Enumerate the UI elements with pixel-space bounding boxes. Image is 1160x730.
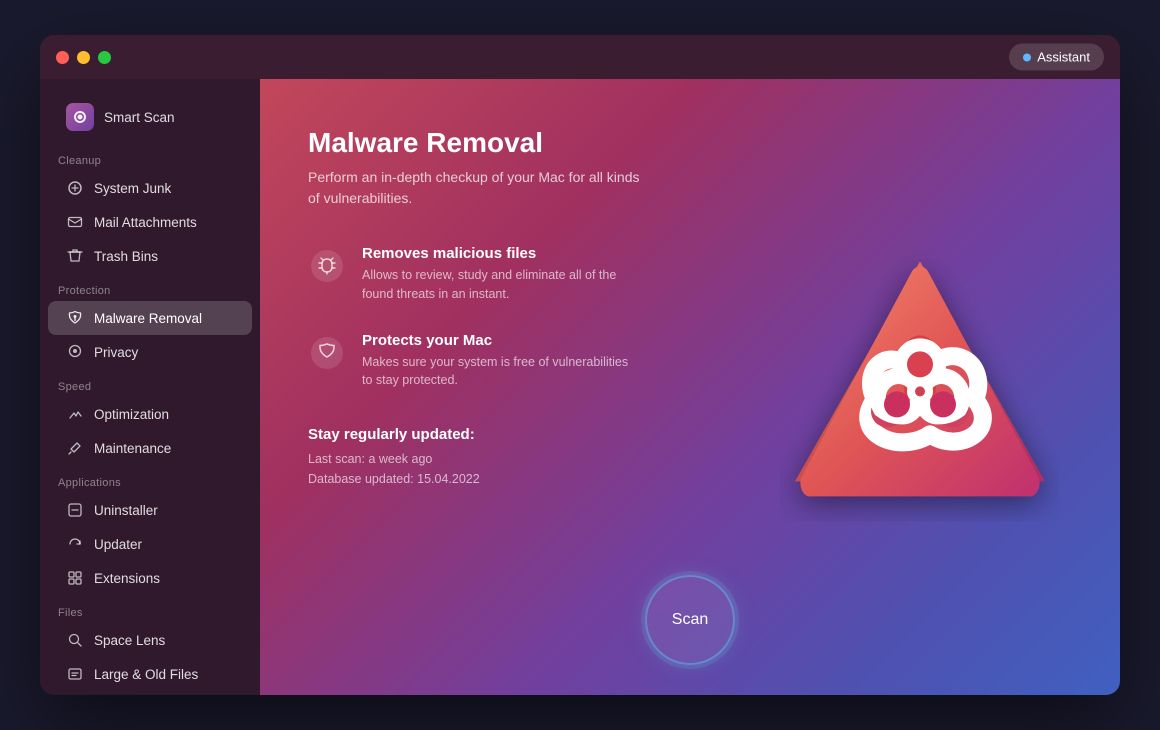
malware-removal-icon (66, 309, 84, 327)
uninstaller-label: Uninstaller (94, 503, 158, 518)
privacy-icon (66, 343, 84, 361)
updater-icon (66, 535, 84, 553)
maintenance-icon (66, 439, 84, 457)
sidebar-item-uninstaller[interactable]: Uninstaller (48, 493, 252, 527)
sidebar-item-updater[interactable]: Updater (48, 527, 252, 561)
scan-button-container: Scan (645, 575, 735, 665)
sidebar-item-mail-attachments[interactable]: Mail Attachments (48, 205, 252, 239)
sidebar-item-system-junk[interactable]: System Junk (48, 171, 252, 205)
section-label-applications: Applications (40, 465, 260, 493)
sidebar-item-trash-bins[interactable]: Trash Bins (48, 239, 252, 273)
bug-icon (308, 247, 346, 285)
maximize-button[interactable] (98, 51, 111, 64)
scan-button[interactable]: Scan (645, 575, 735, 665)
biohazard-illustration (780, 241, 1060, 521)
mail-attachments-icon (66, 213, 84, 231)
page-title: Malware Removal (308, 127, 1072, 159)
feature-removes-text: Removes malicious files Allows to review… (362, 245, 632, 304)
large-old-files-label: Large & Old Files (94, 667, 198, 682)
sidebar-item-large-old-files[interactable]: Large & Old Files (48, 657, 252, 691)
minimize-button[interactable] (77, 51, 90, 64)
space-lens-icon (66, 631, 84, 649)
extensions-icon (66, 569, 84, 587)
sidebar-item-optimization[interactable]: Optimization (48, 397, 252, 431)
feature-removes-malicious: Removes malicious files Allows to review… (308, 245, 688, 304)
optimization-label: Optimization (94, 407, 169, 422)
section-label-files: Files (40, 595, 260, 623)
section-label-cleanup: Cleanup (40, 143, 260, 171)
trash-bins-icon (66, 247, 84, 265)
malware-removal-label: Malware Removal (94, 311, 202, 326)
extensions-label: Extensions (94, 571, 160, 586)
feature-protects-mac: Protects your Mac Makes sure your system… (308, 332, 688, 391)
sidebar: Smart Scan Cleanup System Junk (40, 79, 260, 695)
app-body: Smart Scan Cleanup System Junk (40, 79, 1120, 695)
traffic-lights (56, 51, 111, 64)
sidebar-item-malware-removal[interactable]: Malware Removal (48, 301, 252, 335)
privacy-label: Privacy (94, 345, 138, 360)
scan-label: Scan (672, 611, 708, 629)
main-content: Malware Removal Perform an in-depth chec… (260, 79, 1120, 695)
trash-bins-label: Trash Bins (94, 249, 158, 264)
assistant-button[interactable]: Assistant (1009, 44, 1104, 71)
large-old-files-icon (66, 665, 84, 683)
system-junk-label: System Junk (94, 181, 171, 196)
smart-scan-icon (66, 103, 94, 131)
space-lens-label: Space Lens (94, 633, 165, 648)
assistant-label: Assistant (1037, 50, 1090, 65)
optimization-icon (66, 405, 84, 423)
feature-removes-title: Removes malicious files (362, 245, 632, 262)
sidebar-item-extensions[interactable]: Extensions (48, 561, 252, 595)
uninstaller-icon (66, 501, 84, 519)
close-button[interactable] (56, 51, 69, 64)
mail-attachments-label: Mail Attachments (94, 215, 197, 230)
feature-removes-desc: Allows to review, study and eliminate al… (362, 266, 632, 304)
sidebar-item-privacy[interactable]: Privacy (48, 335, 252, 369)
app-window: Assistant Smart Scan Cleanup (40, 35, 1120, 695)
features-list: Removes malicious files Allows to review… (308, 245, 688, 390)
sidebar-smart-scan-label: Smart Scan (104, 110, 175, 125)
sidebar-item-maintenance[interactable]: Maintenance (48, 431, 252, 465)
feature-protects-title: Protects your Mac (362, 332, 632, 349)
system-junk-icon (66, 179, 84, 197)
title-bar: Assistant (40, 35, 1120, 79)
page-subtitle: Perform an in-depth checkup of your Mac … (308, 167, 648, 209)
sidebar-item-space-lens[interactable]: Space Lens (48, 623, 252, 657)
feature-protects-text: Protects your Mac Makes sure your system… (362, 332, 632, 391)
updater-label: Updater (94, 537, 142, 552)
feature-protects-desc: Makes sure your system is free of vulner… (362, 353, 632, 391)
section-label-protection: Protection (40, 273, 260, 301)
assistant-dot-icon (1023, 53, 1031, 61)
section-label-speed: Speed (40, 369, 260, 397)
sidebar-item-shredder[interactable]: Shredder (48, 691, 252, 695)
sidebar-item-smart-scan[interactable]: Smart Scan (48, 95, 252, 139)
maintenance-label: Maintenance (94, 441, 171, 456)
shield-icon (308, 334, 346, 372)
